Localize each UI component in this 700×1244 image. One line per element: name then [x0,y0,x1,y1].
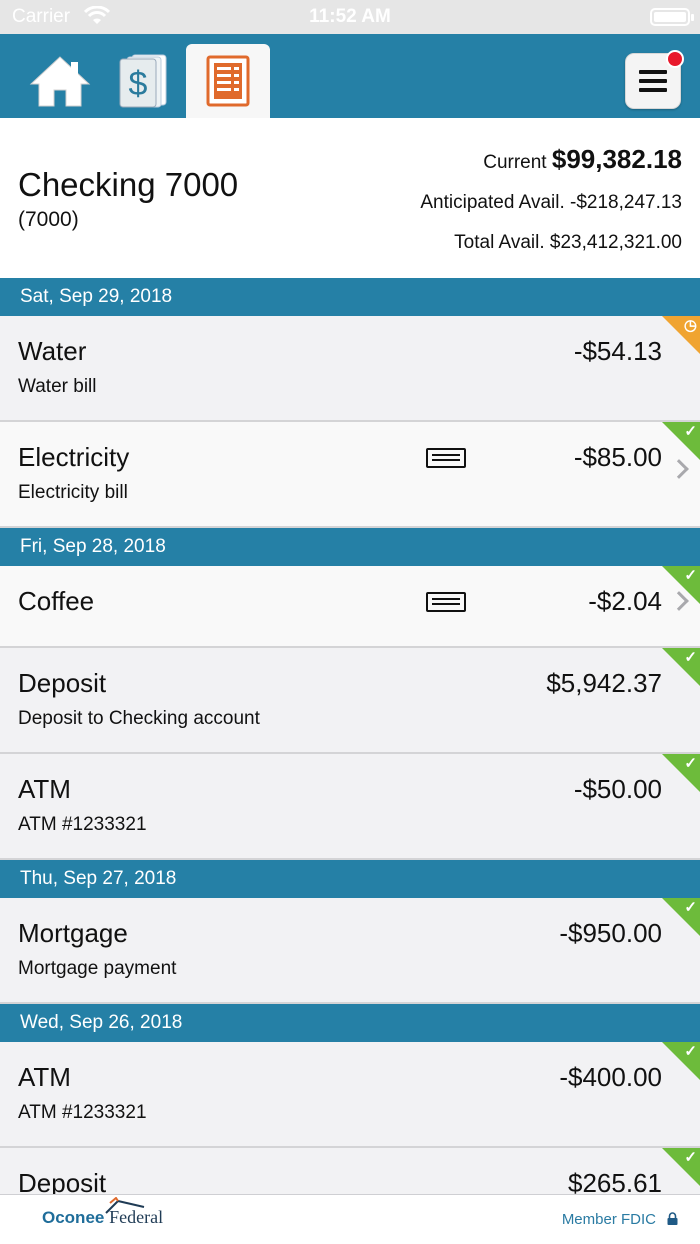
clock-icon: ◷ [683,317,697,334]
date-header: Sat, Sep 29, 2018 [0,278,700,316]
anticipated-balance: Anticipated Avail. -$218,247.13 [420,192,682,213]
transaction-title: Deposit [18,1168,107,1194]
checkmark-icon: ✓ [684,567,697,584]
transaction-title: ATM [18,774,71,804]
transaction-amount: -$400.00 [559,1062,662,1092]
bank-logo: Oconee Federal [42,1197,163,1228]
transaction-row[interactable]: ATM -$400.00 ATM #1233321 ✓ [0,1042,700,1148]
checkmark-icon: ✓ [684,755,697,772]
transaction-amount: $265.61 [568,1168,662,1194]
transaction-row[interactable]: Electricity -$85.00 Electricity bill ✓ [0,422,700,528]
account-summary: Checking 7000 (7000) Current $99,382.18 … [0,118,700,278]
date-header: Thu, Sep 27, 2018 [0,860,700,898]
transaction-amount: -$950.00 [559,918,662,948]
transaction-row[interactable]: Deposit $5,942.37 Deposit to Checking ac… [0,648,700,754]
transaction-description: ATM #1233321 [18,814,147,835]
clock: 11:52 AM [309,6,391,27]
transaction-row[interactable]: Deposit $265.61 ✓ [0,1148,700,1194]
top-nav-bar: $ [0,34,700,118]
footer: Oconee Federal Member FDIC [0,1194,700,1244]
menu-button[interactable] [625,50,684,109]
transaction-title: Electricity [18,442,130,472]
member-fdic-label: Member FDIC [561,1211,656,1228]
battery-icon [650,8,694,26]
transaction-row[interactable]: ATM -$50.00 ATM #1233321 ✓ [0,754,700,860]
checkmark-icon: ✓ [684,1043,697,1060]
status-bar: Carrier 11:52 AM [0,0,700,34]
checkmark-icon: ✓ [684,649,697,666]
lock-icon [667,1212,678,1225]
roof-logo-icon [105,1197,145,1214]
transaction-description: Water bill [18,376,97,397]
notification-badge [666,50,684,68]
tab-accounts[interactable]: $ [102,44,186,118]
transaction-description: ATM #1233321 [18,1102,147,1123]
current-balance-label: Current [483,152,547,173]
card-icon [426,592,466,612]
transaction-title: Mortgage [18,918,128,948]
transaction-title: Water [18,336,87,366]
logo-text-oconee: Oconee [42,1208,105,1227]
current-balance: Current $99,382.18 [483,144,682,175]
card-icon [426,448,466,468]
register-list-icon [206,55,250,107]
transaction-description: Electricity bill [18,482,128,503]
home-icon [29,56,91,107]
hamburger-icon [639,70,667,92]
chevron-right-icon [669,459,689,479]
checkmark-icon: ✓ [684,423,697,440]
transaction-row[interactable]: Coffee -$2.04 ✓ [0,566,700,648]
transaction-amount: -$54.13 [573,336,662,366]
checkmark-icon: ✓ [684,1149,697,1166]
svg-text:$: $ [129,65,148,103]
transaction-amount: -$50.00 [573,774,662,804]
transaction-row[interactable]: Mortgage -$950.00 Mortgage payment ✓ [0,898,700,1004]
checkmark-icon: ✓ [684,899,697,916]
transaction-row[interactable]: Water -$54.13 Water bill ◷ [0,316,700,422]
date-header: Wed, Sep 26, 2018 [0,1004,700,1042]
tab-home[interactable] [18,44,102,118]
total-available-balance: Total Avail. $23,412,321.00 [454,232,682,253]
transaction-amount: $5,942.37 [546,668,662,698]
tab-register[interactable] [186,44,270,118]
dollar-cards-icon: $ [119,54,167,108]
transaction-list[interactable]: Sat, Sep 29, 2018 Water -$54.13 Water bi… [0,278,700,1194]
transaction-title: Coffee [18,586,95,616]
account-number: (7000) [18,208,79,231]
transaction-amount: -$2.04 [588,586,662,616]
transaction-description: Mortgage payment [18,958,177,979]
transaction-amount: -$85.00 [573,442,662,472]
transaction-title: ATM [18,1062,71,1092]
transaction-title: Deposit [18,668,107,698]
current-balance-amount: $99,382.18 [551,144,682,174]
account-name: Checking 7000 [18,166,239,203]
transaction-description: Deposit to Checking account [18,708,260,729]
date-header: Fri, Sep 28, 2018 [0,528,700,566]
